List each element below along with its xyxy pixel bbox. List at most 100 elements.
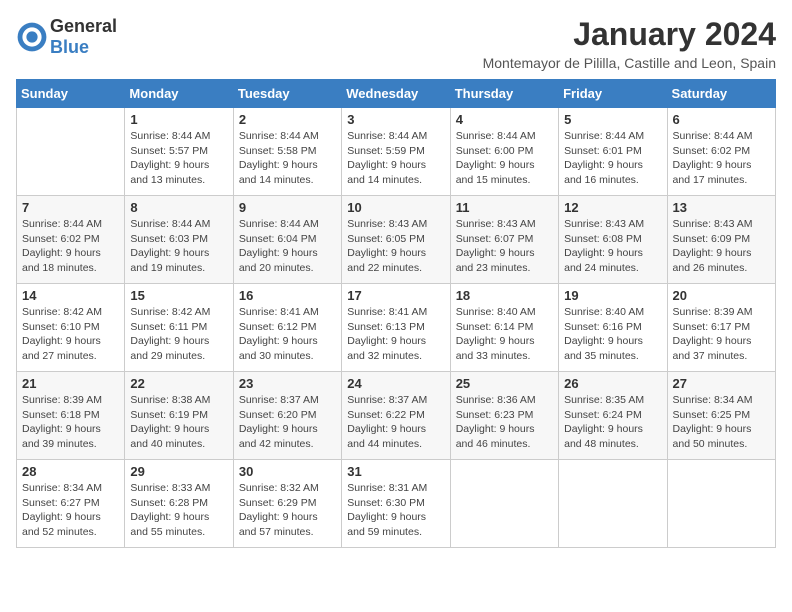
weekday-header-wednesday: Wednesday (342, 80, 450, 108)
calendar-table: SundayMondayTuesdayWednesdayThursdayFrid… (16, 79, 776, 548)
calendar-cell (559, 460, 667, 548)
calendar-cell: 29 Sunrise: 8:33 AMSunset: 6:28 PMDayligh… (125, 460, 233, 548)
calendar-cell: 26Sunrise: 8:35 AMSunset: 6:24 PMDayligh… (559, 372, 667, 460)
calendar-cell: 8 Sunrise: 8:44 AMSunset: 6:03 PMDaylight… (125, 196, 233, 284)
day-number: 9 (239, 200, 336, 215)
day-info: Sunrise: 8:31 AMSunset: 6:30 PMDaylight:… (347, 481, 444, 540)
day-number: 31 (347, 464, 444, 479)
calendar-cell (667, 460, 775, 548)
logo-icon (16, 21, 48, 53)
day-info: Sunrise: 8:40 AMSunset: 6:16 PMDaylight:… (564, 305, 661, 364)
calendar-cell: 14 Sunrise: 8:42 AMSunset: 6:10 PMDayligh… (17, 284, 125, 372)
calendar-week-row-4: 21Sunrise: 8:39 AMSunset: 6:18 PMDayligh… (17, 372, 776, 460)
calendar-cell: 10Sunrise: 8:43 AMSunset: 6:05 PMDayligh… (342, 196, 450, 284)
logo-text-general: General (50, 16, 117, 36)
day-number: 30 (239, 464, 336, 479)
calendar-cell (450, 460, 558, 548)
month-year-title: January 2024 (483, 16, 776, 53)
weekday-header-saturday: Saturday (667, 80, 775, 108)
day-info: Sunrise: 8:44 AMSunset: 5:59 PMDaylight:… (347, 129, 444, 188)
calendar-cell: 28 Sunrise: 8:34 AMSunset: 6:27 PMDayligh… (17, 460, 125, 548)
weekday-header-row: SundayMondayTuesdayWednesdayThursdayFrid… (17, 80, 776, 108)
day-info: Sunrise: 8:39 AMSunset: 6:18 PMDaylight:… (22, 393, 119, 452)
weekday-header-tuesday: Tuesday (233, 80, 341, 108)
day-number: 29 (130, 464, 227, 479)
weekday-header-sunday: Sunday (17, 80, 125, 108)
day-number: 18 (456, 288, 553, 303)
day-number: 1 (130, 112, 227, 127)
calendar-cell (17, 108, 125, 196)
calendar-cell: 1Sunrise: 8:44 AMSunset: 5:57 PMDaylight… (125, 108, 233, 196)
day-number: 5 (564, 112, 661, 127)
calendar-cell: 13 Sunrise: 8:43 AMSunset: 6:09 PMDayligh… (667, 196, 775, 284)
calendar-cell: 22 Sunrise: 8:38 AMSunset: 6:19 PMDayligh… (125, 372, 233, 460)
calendar-week-row-5: 28 Sunrise: 8:34 AMSunset: 6:27 PMDayligh… (17, 460, 776, 548)
day-info: Sunrise: 8:41 AMSunset: 6:12 PMDaylight:… (239, 305, 336, 364)
day-info: Sunrise: 8:34 AMSunset: 6:27 PMDaylight:… (22, 481, 119, 540)
day-number: 11 (456, 200, 553, 215)
day-info: Sunrise: 8:43 AMSunset: 6:09 PMDaylight:… (673, 217, 770, 276)
day-info: Sunrise: 8:35 AMSunset: 6:24 PMDaylight:… (564, 393, 661, 452)
day-info: Sunrise: 8:39 AMSunset: 6:17 PMDaylight:… (673, 305, 770, 364)
page-header: General Blue January 2024 Montemayor de … (16, 16, 776, 71)
calendar-cell: 5 Sunrise: 8:44 AMSunset: 6:01 PMDaylight… (559, 108, 667, 196)
day-info: Sunrise: 8:44 AMSunset: 6:04 PMDaylight:… (239, 217, 336, 276)
day-number: 16 (239, 288, 336, 303)
day-info: Sunrise: 8:33 AMSunset: 6:28 PMDaylight:… (130, 481, 227, 540)
day-info: Sunrise: 8:44 AMSunset: 6:03 PMDaylight:… (130, 217, 227, 276)
day-number: 4 (456, 112, 553, 127)
calendar-cell: 4Sunrise: 8:44 AMSunset: 6:00 PMDaylight… (450, 108, 558, 196)
calendar-week-row-2: 7Sunrise: 8:44 AMSunset: 6:02 PMDaylight… (17, 196, 776, 284)
day-info: Sunrise: 8:44 AMSunset: 6:01 PMDaylight:… (564, 129, 661, 188)
calendar-cell: 21Sunrise: 8:39 AMSunset: 6:18 PMDayligh… (17, 372, 125, 460)
calendar-cell: 18Sunrise: 8:40 AMSunset: 6:14 PMDayligh… (450, 284, 558, 372)
calendar-cell: 27Sunrise: 8:34 AMSunset: 6:25 PMDayligh… (667, 372, 775, 460)
calendar-week-row-3: 14 Sunrise: 8:42 AMSunset: 6:10 PMDayligh… (17, 284, 776, 372)
day-number: 6 (673, 112, 770, 127)
day-info: Sunrise: 8:34 AMSunset: 6:25 PMDaylight:… (673, 393, 770, 452)
day-number: 20 (673, 288, 770, 303)
day-info: Sunrise: 8:44 AMSunset: 5:58 PMDaylight:… (239, 129, 336, 188)
day-info: Sunrise: 8:43 AMSunset: 6:08 PMDaylight:… (564, 217, 661, 276)
day-info: Sunrise: 8:42 AMSunset: 6:10 PMDaylight:… (22, 305, 119, 364)
calendar-cell: 25 Sunrise: 8:36 AMSunset: 6:23 PMDayligh… (450, 372, 558, 460)
day-info: Sunrise: 8:37 AMSunset: 6:22 PMDaylight:… (347, 393, 444, 452)
day-info: Sunrise: 8:38 AMSunset: 6:19 PMDaylight:… (130, 393, 227, 452)
day-number: 22 (130, 376, 227, 391)
location-subtitle: Montemayor de Pililla, Castille and Leon… (483, 55, 776, 71)
weekday-header-friday: Friday (559, 80, 667, 108)
day-number: 15 (130, 288, 227, 303)
title-block: January 2024 Montemayor de Pililla, Cast… (483, 16, 776, 71)
day-number: 8 (130, 200, 227, 215)
calendar-cell: 15 Sunrise: 8:42 AMSunset: 6:11 PMDayligh… (125, 284, 233, 372)
calendar-cell: 24Sunrise: 8:37 AMSunset: 6:22 PMDayligh… (342, 372, 450, 460)
day-number: 28 (22, 464, 119, 479)
day-info: Sunrise: 8:44 AMSunset: 6:02 PMDaylight:… (673, 129, 770, 188)
day-info: Sunrise: 8:36 AMSunset: 6:23 PMDaylight:… (456, 393, 553, 452)
logo-text-blue: Blue (50, 37, 89, 57)
day-info: Sunrise: 8:37 AMSunset: 6:20 PMDaylight:… (239, 393, 336, 452)
day-number: 25 (456, 376, 553, 391)
calendar-cell: 31 Sunrise: 8:31 AMSunset: 6:30 PMDayligh… (342, 460, 450, 548)
day-number: 12 (564, 200, 661, 215)
day-number: 19 (564, 288, 661, 303)
calendar-cell: 19 Sunrise: 8:40 AMSunset: 6:16 PMDayligh… (559, 284, 667, 372)
calendar-cell: 7Sunrise: 8:44 AMSunset: 6:02 PMDaylight… (17, 196, 125, 284)
weekday-header-monday: Monday (125, 80, 233, 108)
calendar-cell: 20 Sunrise: 8:39 AMSunset: 6:17 PMDayligh… (667, 284, 775, 372)
calendar-cell: 9 Sunrise: 8:44 AMSunset: 6:04 PMDaylight… (233, 196, 341, 284)
calendar-cell: 3 Sunrise: 8:44 AMSunset: 5:59 PMDaylight… (342, 108, 450, 196)
day-number: 2 (239, 112, 336, 127)
calendar-week-row-1: 1Sunrise: 8:44 AMSunset: 5:57 PMDaylight… (17, 108, 776, 196)
day-number: 14 (22, 288, 119, 303)
calendar-cell: 16 Sunrise: 8:41 AMSunset: 6:12 PMDayligh… (233, 284, 341, 372)
day-info: Sunrise: 8:42 AMSunset: 6:11 PMDaylight:… (130, 305, 227, 364)
day-number: 3 (347, 112, 444, 127)
day-number: 17 (347, 288, 444, 303)
calendar-cell: 12 Sunrise: 8:43 AMSunset: 6:08 PMDayligh… (559, 196, 667, 284)
day-number: 13 (673, 200, 770, 215)
calendar-cell: 6 Sunrise: 8:44 AMSunset: 6:02 PMDaylight… (667, 108, 775, 196)
day-info: Sunrise: 8:32 AMSunset: 6:29 PMDaylight:… (239, 481, 336, 540)
calendar-cell: 30 Sunrise: 8:32 AMSunset: 6:29 PMDayligh… (233, 460, 341, 548)
calendar-cell: 2 Sunrise: 8:44 AMSunset: 5:58 PMDaylight… (233, 108, 341, 196)
